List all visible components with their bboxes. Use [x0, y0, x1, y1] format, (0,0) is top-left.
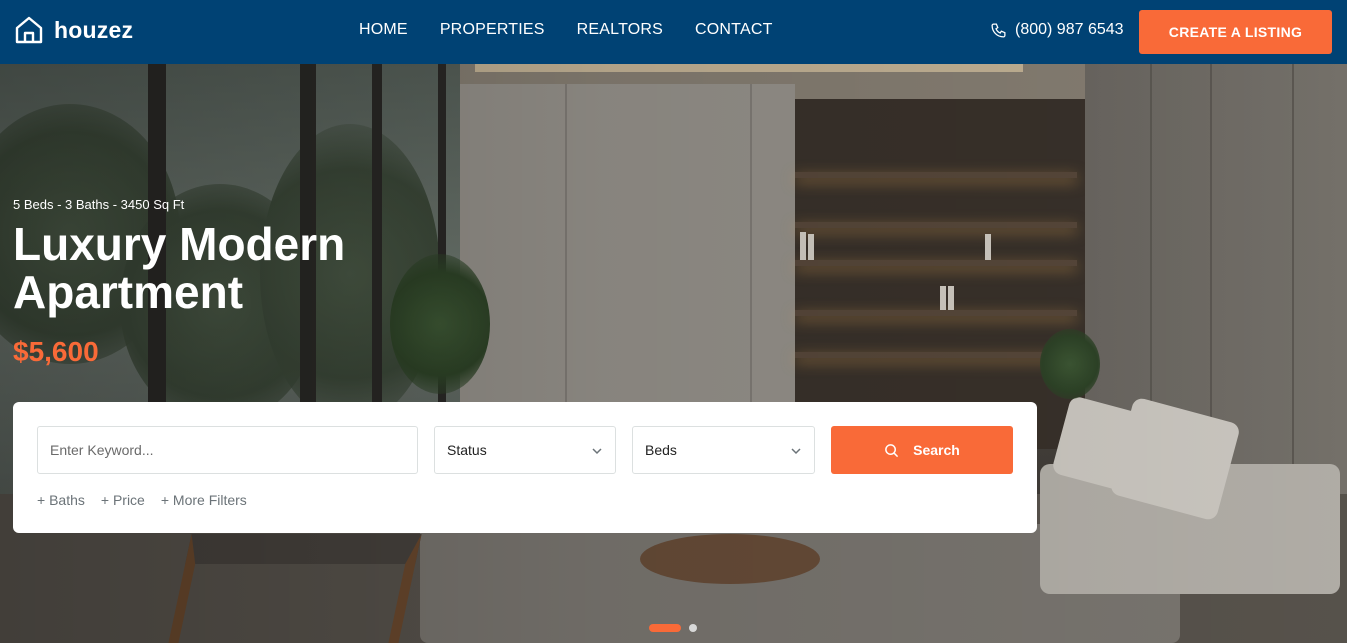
phone-icon [991, 22, 1006, 38]
property-title[interactable]: Luxury Modern Apartment [13, 220, 433, 316]
main-nav: HOME PROPERTIES REALTORS CONTACT [359, 21, 805, 39]
logo[interactable]: houzez [14, 15, 133, 45]
search-card: Status Beds Search + Baths + Price + Mor… [13, 402, 1037, 533]
phone-link[interactable]: (800) 987 6543 [990, 21, 1124, 39]
search-button-label: Search [913, 442, 960, 458]
home-outline-icon [15, 16, 43, 44]
beds-select[interactable]: Beds [632, 426, 815, 474]
top-navbar: houzez HOME PROPERTIES REALTORS CONTACT … [0, 0, 1347, 64]
phone-number: (800) 987 6543 [1015, 21, 1124, 38]
hero-overlay [0, 64, 1347, 643]
create-listing-button[interactable]: CREATE A LISTING [1139, 10, 1332, 54]
nav-properties[interactable]: PROPERTIES [440, 21, 545, 39]
status-select[interactable]: Status [434, 426, 616, 474]
filter-baths[interactable]: + Baths [37, 492, 85, 508]
extra-filters: + Baths + Price + More Filters [37, 492, 247, 508]
filter-more[interactable]: + More Filters [161, 492, 247, 508]
nav-home[interactable]: HOME [359, 21, 408, 39]
search-icon [885, 443, 899, 457]
brand-name: houzez [54, 16, 134, 43]
search-button[interactable]: Search [831, 426, 1013, 474]
filter-price[interactable]: + Price [101, 492, 145, 508]
property-meta: 5 Beds - 3 Baths - 3450 Sq Ft [13, 197, 185, 212]
hero-slide [0, 64, 1347, 643]
nav-realtors[interactable]: REALTORS [577, 21, 663, 39]
slider-pagination [649, 624, 697, 632]
beds-select-value: Beds [645, 442, 677, 458]
slider-dot[interactable] [689, 624, 697, 632]
status-select-value: Status [447, 442, 487, 458]
chevron-down-icon [592, 448, 602, 455]
slider-dot-active[interactable] [649, 624, 681, 632]
chevron-down-icon [791, 448, 801, 455]
property-price: $5,600 [13, 336, 99, 367]
nav-contact[interactable]: CONTACT [695, 21, 773, 39]
keyword-input[interactable] [37, 426, 418, 474]
